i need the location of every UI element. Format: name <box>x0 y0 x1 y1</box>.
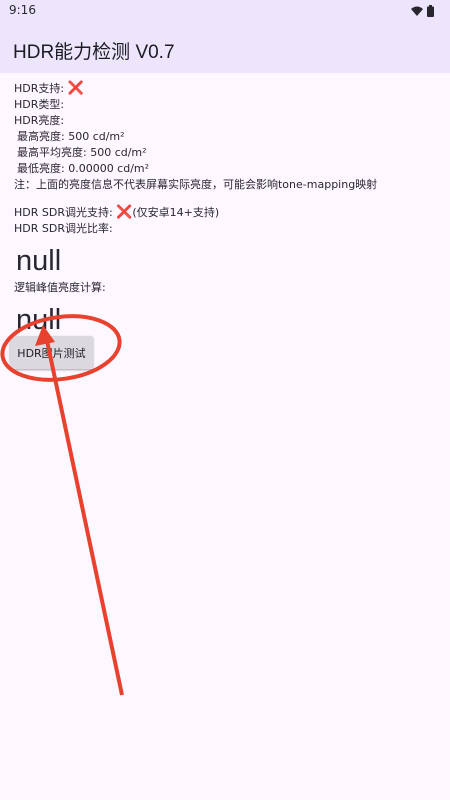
hdr-support-label: HDR支持: <box>14 82 68 95</box>
sdr-ratio-value: null <box>16 245 62 277</box>
cross-icon: ❌ <box>116 205 133 220</box>
sdr-dimming-note: (仅安卓14+支持) <box>132 206 220 219</box>
peak-brightness-label: 逻辑峰值亮度计算: <box>14 281 106 294</box>
max-brightness-row: 最高亮度: 500 cd/m² <box>17 130 125 143</box>
brightness-note: 注：上面的亮度信息不代表屏幕实际亮度，可能会影响tone-mapping映射 <box>14 178 378 191</box>
sdr-ratio-label: HDR SDR调光比率: <box>14 222 113 235</box>
app-bar: HDR能力检测 V0.7 <box>0 24 450 73</box>
hdr-image-test-button[interactable]: HDR图片测试 <box>10 336 93 369</box>
hdr-info-panel: HDR支持: ❌ HDR类型: HDR亮度: 最高亮度: 500 cd/m² 最… <box>14 81 444 339</box>
app-title: HDR能力检测 V0.7 <box>13 42 175 63</box>
hdr-brightness-row: HDR亮度: <box>14 114 65 127</box>
max-avg-brightness-row: 最高平均亮度: 500 cd/m² <box>17 146 147 159</box>
wifi-icon <box>411 6 423 16</box>
status-bar: 9:16 <box>0 0 450 24</box>
hdr-support-row: HDR支持: ❌ <box>14 81 444 97</box>
min-brightness-row: 最低亮度: 0.00000 cd/m² <box>17 162 150 175</box>
status-time: 9:16 <box>9 3 36 17</box>
status-icons <box>411 5 434 17</box>
hdr-type-row: HDR类型: <box>14 98 65 111</box>
sdr-dimming-label: HDR SDR调光支持: <box>14 206 117 219</box>
battery-icon <box>427 5 434 17</box>
pointer-arrow-line <box>44 335 124 696</box>
peak-brightness-value: null <box>16 304 62 336</box>
sdr-dimming-row: HDR SDR调光支持: ❌(仅安卓14+支持) <box>14 205 444 221</box>
cross-icon: ❌ <box>67 81 84 96</box>
